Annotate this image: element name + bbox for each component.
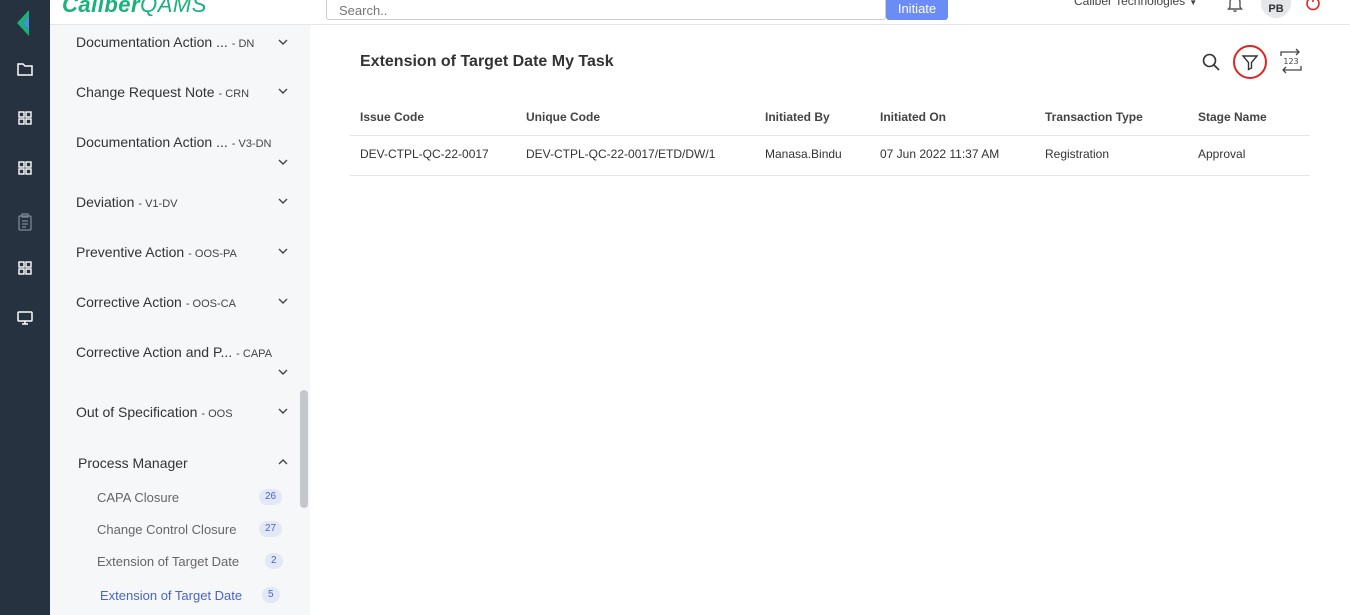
- task-table: Issue Code Unique Code Initiated By Init…: [350, 101, 1310, 176]
- monitor-icon[interactable]: [13, 306, 37, 330]
- folder-icon[interactable]: [13, 57, 37, 81]
- sidebar-scrollbar[interactable]: [300, 390, 308, 508]
- sidebar-item-oos[interactable]: Out of Specification - OOS: [76, 404, 296, 420]
- sidebar: Documentation Action ... - DN Change Requ…: [50, 25, 310, 615]
- avatar[interactable]: PB: [1261, 0, 1291, 18]
- search-input[interactable]: [339, 3, 873, 18]
- bell-icon[interactable]: [1226, 0, 1244, 12]
- unique-code-cell[interactable]: DEV-CTPL-QC-22-0017/ETD/DW/1: [516, 135, 755, 176]
- issue-code-cell[interactable]: DEV-CTPL-QC-22-0017: [350, 135, 516, 176]
- count-badge: 26: [259, 489, 283, 505]
- sidebar-item-dn[interactable]: Documentation Action ... - DN: [76, 34, 296, 50]
- column-header[interactable]: Initiated On: [870, 101, 1035, 136]
- clipboard-icon[interactable]: [13, 210, 37, 234]
- column-header[interactable]: Transaction Type: [1035, 101, 1188, 136]
- chevron-down-icon[interactable]: [277, 405, 289, 417]
- count-badge: 27: [259, 521, 283, 537]
- column-header[interactable]: Initiated By: [755, 101, 870, 136]
- initiated-by-cell: Manasa.Bindu: [755, 135, 870, 176]
- sidebar-item-corrective-action[interactable]: Corrective Action - OOS-CA: [76, 294, 296, 310]
- page-title: Extension of Target Date My Task: [360, 53, 614, 70]
- initiate-button[interactable]: Initiate: [886, 0, 948, 20]
- chevron-down-icon[interactable]: [277, 156, 289, 168]
- sidebar-item-preventive-action[interactable]: Preventive Action - OOS-PA: [76, 244, 296, 260]
- column-header[interactable]: Stage Name: [1188, 101, 1310, 136]
- chevron-up-icon[interactable]: [277, 456, 289, 468]
- chevron-down-icon[interactable]: [277, 366, 289, 378]
- org-selector[interactable]: Caliber Technologies ▼: [1074, 0, 1197, 8]
- sidebar-item-capa[interactable]: Corrective Action and P... - CAPA: [76, 344, 296, 360]
- top-bar: CaliberQAMS Initiate Caliber Technologie…: [50, 0, 1350, 25]
- chevron-down-icon[interactable]: [277, 295, 289, 307]
- search-icon[interactable]: [1196, 47, 1226, 77]
- left-rail: [0, 0, 50, 615]
- brand-logo[interactable]: CaliberQAMS: [62, 0, 207, 18]
- sidebar-item-deviation[interactable]: Deviation - V1-DV: [76, 194, 296, 210]
- initiated-on-cell: 07 Jun 2022 11:37 AM: [870, 135, 1035, 176]
- sidebar-item-process-manager[interactable]: Process Manager: [78, 455, 188, 471]
- power-icon[interactable]: [1304, 0, 1322, 12]
- search-box[interactable]: [326, 0, 886, 20]
- column-header[interactable]: Unique Code: [516, 101, 755, 136]
- refresh-123-icon[interactable]: 123: [1276, 46, 1306, 76]
- count-badge: 5: [262, 587, 280, 603]
- count-badge: 2: [265, 553, 283, 569]
- chevron-down-icon[interactable]: [277, 245, 289, 257]
- chevron-down-icon[interactable]: [277, 85, 289, 97]
- grid-icon[interactable]: [13, 106, 37, 130]
- grid-icon[interactable]: [13, 256, 37, 280]
- grid-icon[interactable]: [13, 156, 37, 180]
- logo-icon[interactable]: [15, 10, 35, 36]
- main-panel: Extension of Target Date My Task 123 Iss…: [310, 25, 1350, 615]
- svg-text:123: 123: [1283, 57, 1298, 66]
- chevron-down-icon[interactable]: [277, 195, 289, 207]
- table-row[interactable]: DEV-CTPL-QC-22-0017 DEV-CTPL-QC-22-0017/…: [350, 135, 1310, 176]
- column-header[interactable]: Issue Code: [350, 101, 516, 136]
- transaction-type-cell: Registration: [1035, 135, 1188, 176]
- filter-icon[interactable]: [1233, 45, 1267, 79]
- org-name: Caliber Technologies: [1074, 0, 1186, 8]
- sidebar-item-v3-dn[interactable]: Documentation Action ... - V3-DN: [76, 134, 296, 150]
- sidebar-item-crn[interactable]: Change Request Note - CRN: [76, 84, 296, 100]
- stage-name-cell: Approval: [1188, 135, 1310, 176]
- chevron-down-icon: ▼: [1189, 0, 1198, 7]
- chevron-down-icon[interactable]: [277, 36, 289, 48]
- table-header-row: Issue Code Unique Code Initiated By Init…: [350, 101, 1310, 136]
